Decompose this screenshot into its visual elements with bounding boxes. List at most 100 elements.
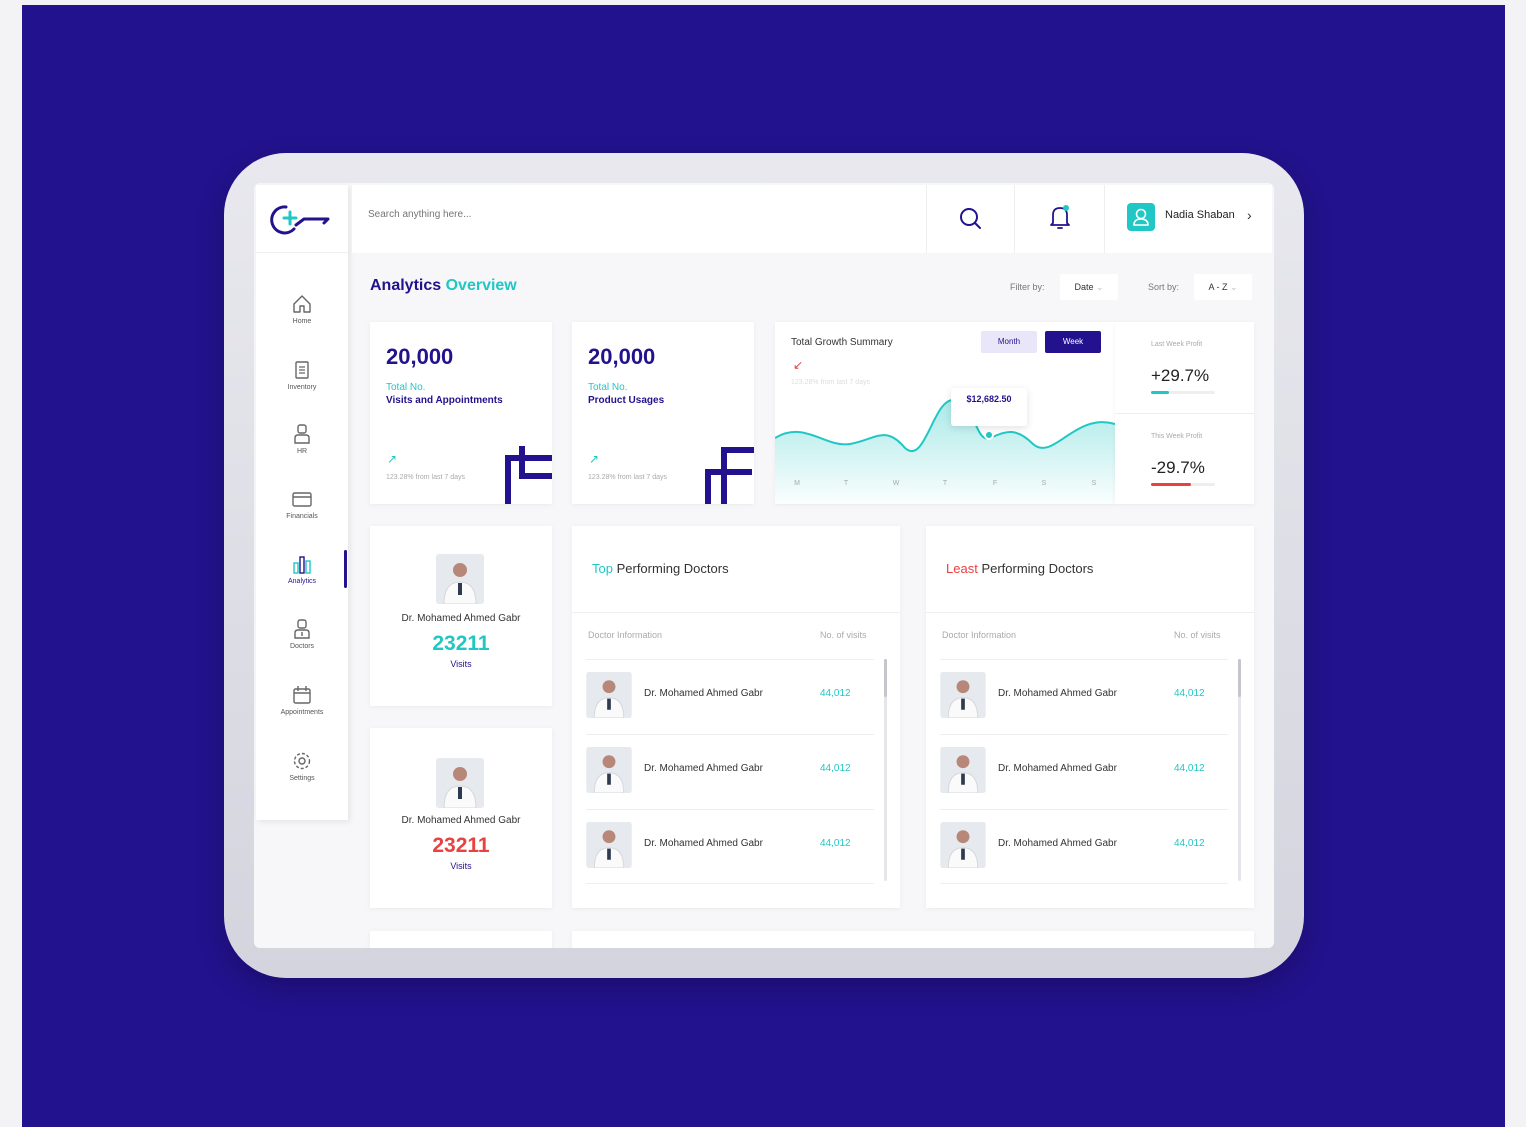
doctor-avatar xyxy=(436,554,484,604)
scrollbar[interactable] xyxy=(1238,659,1241,881)
scrollbar[interactable] xyxy=(884,659,887,881)
doctor-name: Dr. Mohamed Ahmed Gabr xyxy=(401,815,521,826)
doctor-photo-icon xyxy=(586,747,632,793)
doctor-visits: 44,012 xyxy=(820,838,851,849)
doctor-avatar xyxy=(940,747,986,793)
doctor-visits-label: Visits xyxy=(450,659,472,669)
doctor-visits-label: Visits xyxy=(450,861,472,871)
sidebar-item-inventory[interactable]: Inventory xyxy=(256,359,348,391)
sidebar-item-analytics[interactable]: Analytics xyxy=(256,553,348,585)
stat-label-line1: Total No. xyxy=(588,382,628,393)
filter-label: Filter by: xyxy=(1010,282,1045,292)
this-week-profit-value: -29.7% xyxy=(1151,458,1205,477)
doctor-name: Dr. Mohamed Ahmed Gabr xyxy=(644,763,763,774)
doctor-name: Dr. Mohamed Ahmed Gabr xyxy=(998,688,1117,699)
scrollbar-thumb[interactable] xyxy=(884,659,887,697)
sidebar-item-financials[interactable]: Financials xyxy=(256,488,348,520)
doctor-avatar xyxy=(940,822,986,868)
sidebar-item-settings[interactable]: Settings xyxy=(256,750,348,782)
search-button[interactable] xyxy=(926,185,1014,253)
chart-point-marker xyxy=(984,430,994,440)
doctor-avatar xyxy=(586,747,632,793)
doctor-visits-count: 23211 xyxy=(432,632,490,655)
chart-day-label: W xyxy=(892,480,900,487)
notifications-button[interactable] xyxy=(1014,185,1104,253)
page-title: Analytics Overview xyxy=(370,277,517,295)
doctor-photo-icon xyxy=(436,758,484,808)
month-toggle-button[interactable]: Month xyxy=(981,331,1037,353)
panel-title: Top Performing Doctors xyxy=(592,561,729,576)
stat-card-visits: 20,000 Total No. Visits and Appointments… xyxy=(370,322,552,504)
table-row[interactable]: Dr. Mohamed Ahmed Gabr 44,012 xyxy=(940,734,1228,809)
sidebar-item-label: Appointments xyxy=(280,709,324,716)
bell-icon xyxy=(1050,205,1070,229)
doctor-name: Dr. Mohamed Ahmed Gabr xyxy=(644,838,763,849)
table-row[interactable]: Dr. Mohamed Ahmed Gabr 44,012 xyxy=(586,809,874,884)
least-performing-panel: Least Performing Doctors Doctor Informat… xyxy=(926,526,1254,908)
logo-icon xyxy=(270,205,330,235)
calendar-icon xyxy=(293,686,311,704)
stat-number: 20,000 xyxy=(386,344,454,369)
chart-tooltip: $12,682.50 xyxy=(951,388,1027,426)
divider xyxy=(1115,413,1254,414)
chevron-right-icon: › xyxy=(1247,207,1252,223)
table-row[interactable]: Dr. Mohamed Ahmed Gabr 44,012 xyxy=(586,659,874,734)
last-week-profit-value: +29.7% xyxy=(1151,366,1210,385)
user-menu[interactable]: Nadia Shaban › xyxy=(1104,185,1272,253)
doctor-visits: 44,012 xyxy=(1174,838,1205,849)
week-toggle-button[interactable]: Week xyxy=(1045,331,1101,353)
doctor-visits: 44,012 xyxy=(1174,763,1205,774)
featured-doctor-card[interactable]: Dr. Mohamed Ahmed Gabr 23211 Visits xyxy=(370,526,552,706)
sidebar-item-appointments[interactable]: Appointments xyxy=(256,684,348,716)
divider xyxy=(572,612,900,613)
doctor-photo-icon xyxy=(586,672,632,718)
sidebar-item-label: Settings xyxy=(289,775,315,782)
tooltip-value: $12,682.50 xyxy=(966,394,1012,404)
user-icon xyxy=(1133,208,1149,226)
doctor-icon xyxy=(294,619,310,639)
stat-label-line1: Total No. xyxy=(386,382,426,393)
stat-number: 20,000 xyxy=(588,344,656,369)
divider xyxy=(926,612,1254,613)
chart-day-label: S xyxy=(1041,480,1047,487)
doctor-visits-count: 23211 xyxy=(432,834,490,857)
column-header-visits: No. of visits xyxy=(1174,630,1221,640)
doctor-name: Dr. Mohamed Ahmed Gabr xyxy=(401,613,521,624)
user-name: Nadia Shaban xyxy=(1165,209,1235,221)
title-rest: Performing Doctors xyxy=(981,561,1094,576)
featured-doctor-card[interactable]: Dr. Mohamed Ahmed Gabr 23211 Visits xyxy=(370,728,552,908)
panel-title: Least Performing Doctors xyxy=(946,561,1093,576)
sidebar-item-label: Financials xyxy=(286,513,318,520)
table-row[interactable]: Dr. Mohamed Ahmed Gabr 44,012 xyxy=(586,734,874,809)
sort-select[interactable]: A - Z ⌄ xyxy=(1194,274,1252,300)
scrollbar-thumb[interactable] xyxy=(1238,659,1241,697)
stat-card-product-usages: 20,000 Total No. Product Usages ↗ 123.28… xyxy=(572,322,754,504)
sidebar-item-home[interactable]: Home xyxy=(256,293,348,325)
sidebar-item-hr[interactable]: HR xyxy=(256,423,348,455)
table-row[interactable]: Dr. Mohamed Ahmed Gabr 44,012 xyxy=(940,659,1228,734)
sort-label: Sort by: xyxy=(1148,282,1180,292)
divider xyxy=(586,883,874,884)
profit-card: Last Week Profit +29.7% This Week Profit… xyxy=(1115,322,1254,504)
sidebar-item-doctors[interactable]: Doctors xyxy=(256,618,348,650)
growth-title: Total Growth Summary xyxy=(791,337,893,348)
chevron-down-icon: ⌄ xyxy=(1229,282,1238,292)
this-week-progress-bar xyxy=(1151,483,1215,486)
doctor-avatar xyxy=(586,822,632,868)
doctor-visits: 44,012 xyxy=(820,688,851,699)
table-row[interactable]: Dr. Mohamed Ahmed Gabr 44,012 xyxy=(940,809,1228,884)
chart-day-label: S xyxy=(1091,480,1097,487)
app-logo xyxy=(256,185,348,253)
doctor-photo-icon xyxy=(940,672,986,718)
doctor-avatar xyxy=(940,672,986,718)
column-header-info: Doctor Information xyxy=(588,630,663,640)
title-accent: Overview xyxy=(445,277,517,294)
home-icon xyxy=(293,295,311,313)
doctor-avatar xyxy=(436,758,484,808)
doctor-visits: 44,012 xyxy=(1174,688,1205,699)
sort-value: A - Z xyxy=(1208,282,1228,292)
filter-select[interactable]: Date ⌄ xyxy=(1060,274,1118,300)
sidebar-item-label: Inventory xyxy=(287,384,317,391)
search-input[interactable] xyxy=(368,209,668,220)
filter-value: Date xyxy=(1074,282,1094,292)
